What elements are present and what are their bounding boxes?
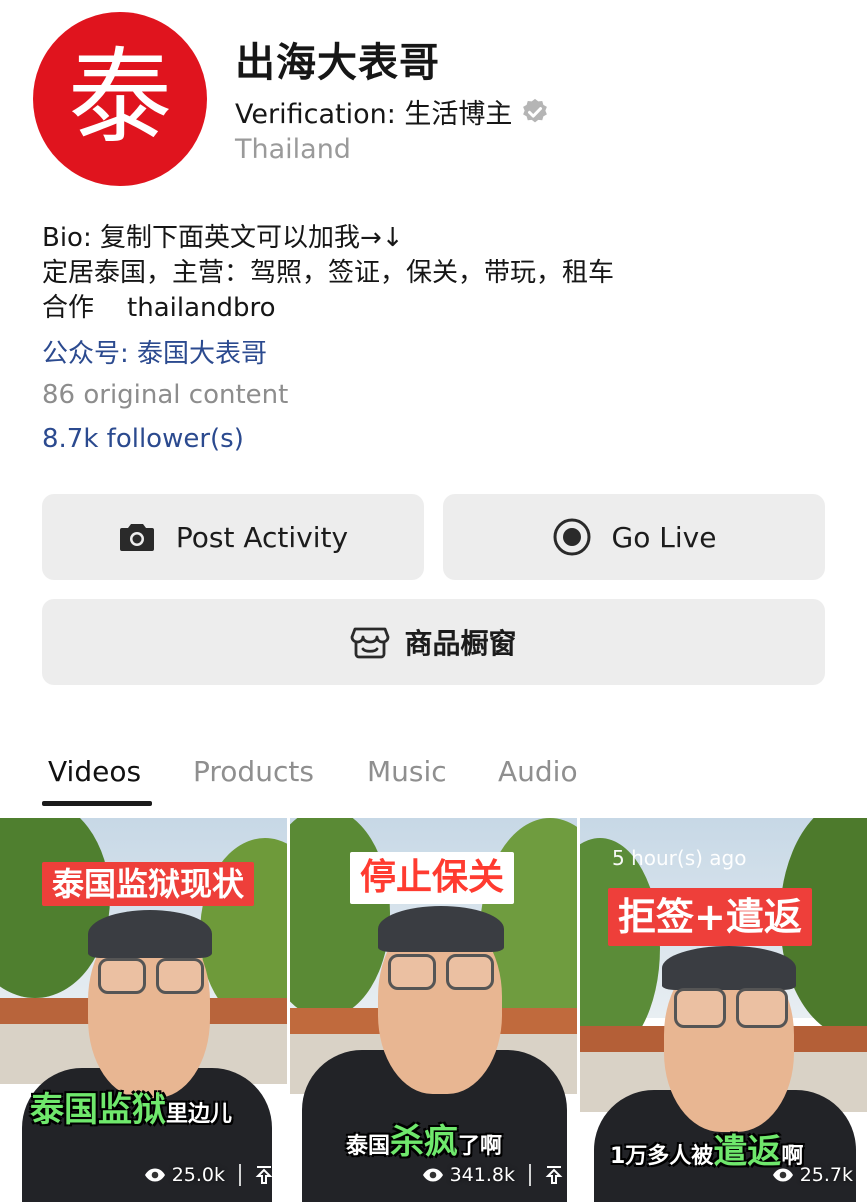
post-time: 5 hour(s) ago <box>612 846 747 870</box>
video-title-label: 停止保关 <box>350 852 515 904</box>
verified-badge-icon <box>523 98 548 122</box>
video-title-label: 泰国监狱现状 <box>42 862 255 906</box>
video-subtitle: 泰国监狱里边儿 <box>30 1082 232 1131</box>
eye-icon <box>422 1168 443 1182</box>
bio-line: 合作 thailandbro <box>42 293 276 323</box>
avatar[interactable]: 泰 <box>33 12 207 186</box>
subtitle-prefix: 泰国 <box>346 1134 391 1159</box>
view-count: 25.0k <box>171 1164 225 1186</box>
content-count: 86 original content <box>42 380 289 410</box>
storefront-icon <box>351 627 390 659</box>
post-activity-button[interactable]: Post Activity <box>42 494 424 580</box>
country: Thailand <box>235 134 351 165</box>
video-thumbnail[interactable]: 停止保关 泰国杀疯了啊 341.8k <box>290 818 577 1202</box>
camera-icon <box>119 524 154 551</box>
verification-text: Verification: 生活博主 <box>235 99 513 130</box>
bio-line: Bio: 复制下面英文可以加我→↓ <box>42 223 404 253</box>
go-live-label: Go Live <box>611 520 717 554</box>
go-live-button[interactable]: Go Live <box>443 494 825 580</box>
bio: Bio: 复制下面英文可以加我→↓ 定居泰国，主营：驾照，签证，保关，带玩，租车… <box>42 221 614 326</box>
subtitle-highlight: 杀疯 <box>390 1122 459 1162</box>
video-stats: 341.8k <box>422 1164 563 1186</box>
content-tabs: Videos Products Music Audio <box>0 755 867 810</box>
active-tab-indicator <box>42 801 152 806</box>
post-activity-label: Post Activity <box>175 520 349 554</box>
verification-row: Verification: 生活博主 <box>235 92 550 131</box>
tab-products[interactable]: Products <box>193 755 314 788</box>
subtitle-prefix: 1万多人被 <box>610 1144 714 1169</box>
video-thumbnail[interactable]: 5 hour(s) ago 拒签+遣返 1万多人被遣返啊 25.7k <box>580 818 867 1202</box>
record-icon <box>553 518 591 556</box>
eye-icon <box>772 1168 793 1182</box>
profile-name: 出海大表哥 <box>235 40 440 86</box>
video-stats: 25.7k <box>772 1164 853 1186</box>
shop-window-label: 商品橱窗 <box>404 627 517 660</box>
eye-icon <box>144 1168 165 1182</box>
video-stats: 25.0k <box>144 1164 273 1186</box>
video-subtitle: 泰国杀疯了啊 <box>346 1114 502 1163</box>
tab-music[interactable]: Music <box>367 755 447 788</box>
divider <box>239 1164 241 1186</box>
followers-link[interactable]: 8.7k follower(s) <box>42 424 244 454</box>
subtitle-suffix: 了啊 <box>458 1134 503 1159</box>
pin-top-icon[interactable] <box>545 1165 563 1185</box>
video-grid: 泰国监狱现状 泰国监狱里边儿 25.0k 停止保关 泰国杀疯了啊 341.8k … <box>0 818 867 1202</box>
shop-window-button[interactable]: 商品橱窗 <box>42 599 825 685</box>
official-account-link[interactable]: 公众号: 泰国大表哥 <box>42 333 267 370</box>
pin-top-icon[interactable] <box>255 1165 273 1185</box>
view-count: 341.8k <box>449 1164 515 1186</box>
tab-videos[interactable]: Videos <box>48 755 141 788</box>
subtitle-highlight: 泰国监狱 <box>30 1090 166 1130</box>
tab-audio[interactable]: Audio <box>498 755 578 788</box>
bio-line: 定居泰国，主营：驾照，签证，保关，带玩，租车 <box>42 258 615 288</box>
video-thumbnail[interactable]: 泰国监狱现状 泰国监狱里边儿 25.0k <box>0 818 287 1202</box>
subtitle-suffix: 里边儿 <box>166 1102 233 1127</box>
view-count: 25.7k <box>799 1164 853 1186</box>
divider <box>529 1164 531 1186</box>
avatar-char: 泰 <box>67 36 172 158</box>
video-title-label: 拒签+遣返 <box>608 888 812 946</box>
